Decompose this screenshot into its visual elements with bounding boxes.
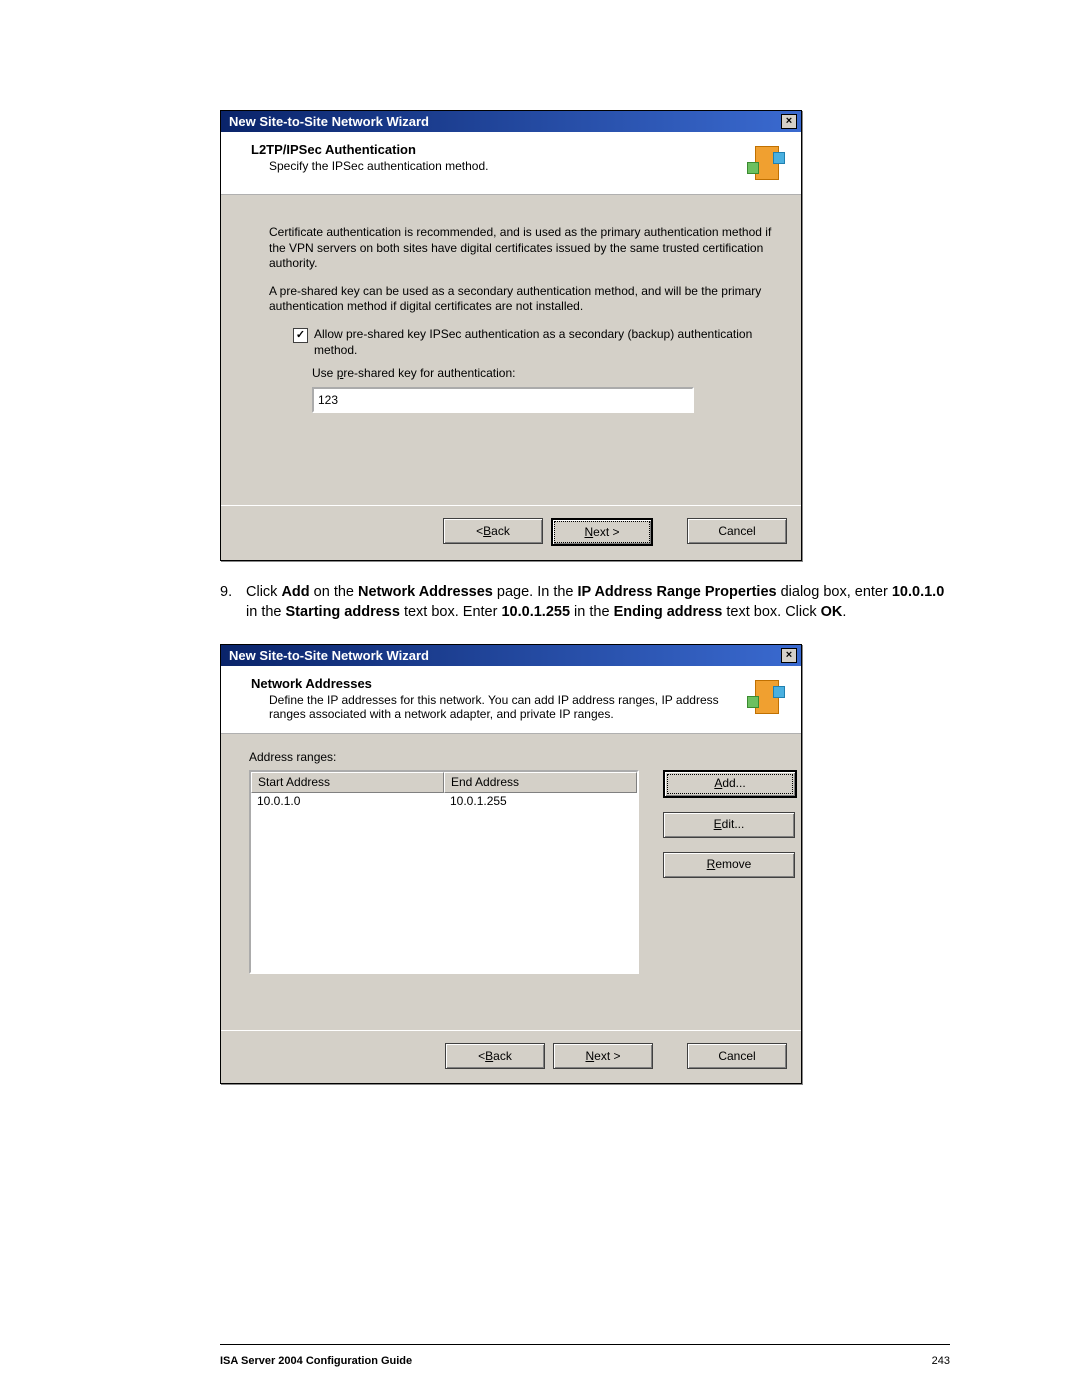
cancel-button[interactable]: Cancel (687, 1043, 787, 1069)
cell-start: 10.0.1.0 (251, 793, 444, 811)
address-ranges-label: Address ranges: (249, 750, 773, 766)
wizard-heading: L2TP/IPSec Authentication (251, 142, 488, 157)
remove-button[interactable]: Remove (663, 852, 795, 878)
table-side-buttons: Add... Edit... Remove (663, 770, 773, 878)
col-start-address[interactable]: Start Address (251, 772, 444, 794)
wizard-dialog-network-addresses: New Site-to-Site Network Wizard × Networ… (220, 644, 802, 1084)
next-button[interactable]: Next > (551, 518, 653, 546)
info-para-1: Certificate authentication is recommende… (269, 225, 773, 272)
wizard-footer: < Back Next > Cancel (221, 505, 801, 560)
allow-psk-checkbox-row: ✓ Allow pre-shared key IPSec authenticat… (293, 327, 773, 358)
address-ranges-table[interactable]: Start Address End Address 10.0.1.0 10.0.… (249, 770, 639, 974)
cell-end: 10.0.1.255 (444, 793, 637, 811)
psk-input[interactable]: 123 (312, 387, 694, 413)
step-number: 9. (220, 583, 246, 622)
col-end-address[interactable]: End Address (444, 772, 637, 794)
add-button[interactable]: Add... (663, 770, 797, 798)
table-row[interactable]: 10.0.1.0 10.0.1.255 (251, 793, 637, 811)
titlebar: New Site-to-Site Network Wizard × (221, 111, 801, 132)
network-server-icon (747, 676, 787, 716)
dialog-title: New Site-to-Site Network Wizard (229, 114, 429, 129)
wizard-header: Network Addresses Define the IP addresse… (221, 666, 801, 734)
edit-button[interactable]: Edit... (663, 812, 795, 838)
allow-psk-label: Allow pre-shared key IPSec authenticatio… (314, 327, 773, 358)
wizard-footer: < Back Next > Cancel (221, 1030, 801, 1083)
wizard-body: Address ranges: Start Address End Addres… (221, 734, 801, 1030)
wizard-body: Certificate authentication is recommende… (221, 195, 801, 505)
back-button[interactable]: < Back (443, 518, 543, 544)
cancel-button[interactable]: Cancel (687, 518, 787, 544)
back-button[interactable]: < Back (445, 1043, 545, 1069)
titlebar: New Site-to-Site Network Wizard × (221, 645, 801, 666)
next-button[interactable]: Next > (553, 1043, 653, 1069)
allow-psk-checkbox[interactable]: ✓ (293, 328, 308, 343)
wizard-subheading: Define the IP addresses for this network… (269, 693, 729, 721)
close-icon[interactable]: × (781, 648, 797, 663)
wizard-dialog-l2tp: New Site-to-Site Network Wizard × L2TP/I… (220, 110, 802, 561)
page-footer: ISA Server 2004 Configuration Guide 243 (220, 1355, 950, 1367)
close-icon[interactable]: × (781, 114, 797, 129)
table-header: Start Address End Address (251, 772, 637, 794)
dialog-title: New Site-to-Site Network Wizard (229, 648, 429, 663)
info-para-2: A pre-shared key can be used as a second… (269, 284, 773, 315)
footer-rule (220, 1344, 950, 1345)
page-number: 243 (932, 1355, 950, 1367)
network-server-icon (747, 142, 787, 182)
instruction-step-9: 9. Click Add on the Network Addresses pa… (220, 583, 950, 622)
wizard-subheading: Specify the IPSec authentication method. (269, 159, 488, 173)
wizard-heading: Network Addresses (251, 676, 729, 691)
psk-field-label: Use pre-shared key for authentication: (312, 366, 773, 382)
footer-title: ISA Server 2004 Configuration Guide (220, 1355, 412, 1367)
step-body: Click Add on the Network Addresses page.… (246, 583, 950, 622)
wizard-header: L2TP/IPSec Authentication Specify the IP… (221, 132, 801, 195)
